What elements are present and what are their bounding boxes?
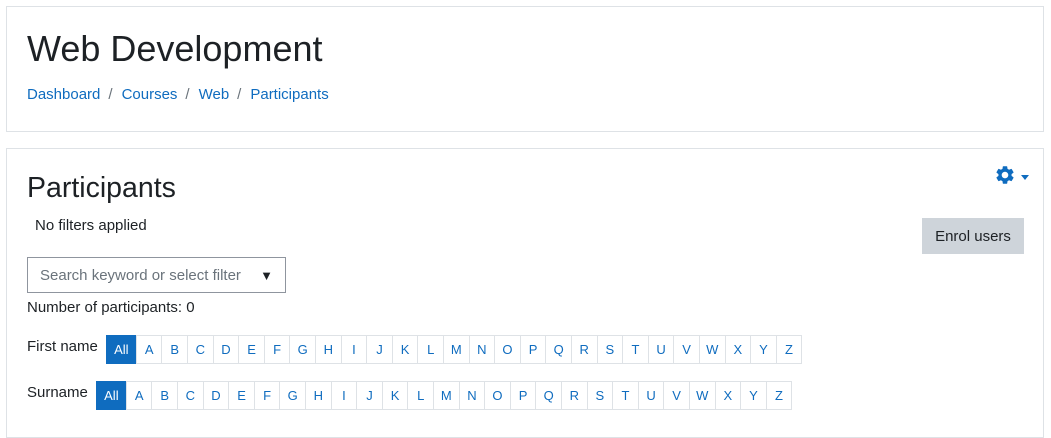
firstname-initial-r[interactable]: R: [570, 335, 598, 364]
surname-initials: All A B C D E F G H I J K L M N O P Q R S T U V W X Y Z: [95, 381, 793, 410]
firstname-initial-all[interactable]: All: [105, 335, 137, 364]
participant-count: Number of participants: 0: [27, 299, 195, 316]
page-title: Web Development: [27, 28, 323, 69]
surname-initial-o[interactable]: O: [484, 381, 511, 410]
surname-initial-s[interactable]: S: [586, 381, 614, 410]
surname-initial-b[interactable]: B: [151, 381, 179, 410]
settings-menu-button[interactable]: [994, 164, 1029, 191]
surname-initial-p[interactable]: P: [509, 381, 537, 410]
page-header: Web Development Dashboard / Courses / We…: [6, 6, 1044, 132]
firstname-initial-b[interactable]: B: [161, 335, 189, 364]
firstname-initial-u[interactable]: U: [647, 335, 675, 364]
breadcrumb-separator: /: [185, 86, 190, 103]
surname-initial-m[interactable]: M: [433, 381, 460, 410]
firstname-initial-c[interactable]: C: [187, 335, 214, 364]
firstname-label: First name: [27, 338, 98, 355]
firstname-initial-w[interactable]: W: [698, 335, 726, 364]
firstname-initials-bar: First name All A B C D E F G H I J K L M N O P Q R S T U V W X Y Z: [27, 335, 803, 364]
surname-initial-all[interactable]: All: [95, 381, 127, 410]
firstname-initial-s[interactable]: S: [596, 335, 624, 364]
firstname-initial-i[interactable]: I: [340, 335, 368, 364]
firstname-initial-h[interactable]: H: [315, 335, 342, 364]
chevron-down-icon: [1021, 175, 1029, 180]
surname-initial-l[interactable]: L: [407, 381, 434, 410]
firstname-initial-g[interactable]: G: [289, 335, 317, 364]
enrol-users-button[interactable]: Enrol users: [922, 218, 1024, 254]
surname-initial-h[interactable]: H: [305, 381, 332, 410]
breadcrumb-dashboard[interactable]: Dashboard: [27, 86, 100, 103]
firstname-initial-d[interactable]: D: [212, 335, 240, 364]
filter-search-input[interactable]: Search keyword or select filter ▼: [27, 257, 286, 293]
firstname-initial-f[interactable]: F: [263, 335, 291, 364]
breadcrumb-separator: /: [108, 86, 113, 103]
firstname-initial-a[interactable]: A: [135, 335, 163, 364]
surname-initial-c[interactable]: C: [177, 381, 204, 410]
surname-initial-n[interactable]: N: [458, 381, 486, 410]
dropdown-arrow-icon: ▼: [260, 267, 273, 283]
firstname-initial-m[interactable]: M: [442, 335, 470, 364]
filter-status: No filters applied: [35, 217, 147, 234]
surname-initial-t[interactable]: T: [612, 381, 639, 410]
firstname-initial-x[interactable]: X: [724, 335, 752, 364]
surname-initial-u[interactable]: U: [637, 381, 665, 410]
surname-initial-x[interactable]: X: [714, 381, 742, 410]
breadcrumb-participants[interactable]: Participants: [250, 86, 328, 103]
surname-initial-y[interactable]: Y: [740, 381, 767, 410]
firstname-initials: All A B C D E F G H I J K L M N O P Q R S T U V W X Y Z: [105, 335, 803, 364]
surname-initial-d[interactable]: D: [202, 381, 230, 410]
surname-initial-i[interactable]: I: [330, 381, 358, 410]
surname-initials-bar: Surname All A B C D E F G H I J K L M N O P Q R S T U V W X Y Z: [27, 381, 793, 410]
firstname-initial-l[interactable]: L: [417, 335, 444, 364]
surname-initial-r[interactable]: R: [560, 381, 588, 410]
surname-initial-f[interactable]: F: [253, 381, 281, 410]
firstname-initial-o[interactable]: O: [494, 335, 521, 364]
firstname-initial-p[interactable]: P: [519, 335, 547, 364]
breadcrumb-web[interactable]: Web: [199, 86, 230, 103]
firstname-initial-y[interactable]: Y: [750, 335, 777, 364]
surname-initial-k[interactable]: K: [381, 381, 409, 410]
surname-initial-w[interactable]: W: [688, 381, 716, 410]
firstname-initial-j[interactable]: J: [366, 335, 393, 364]
firstname-initial-z[interactable]: Z: [775, 335, 803, 364]
firstname-initial-v[interactable]: V: [673, 335, 700, 364]
participants-panel: Participants No filters applied Enrol us…: [6, 148, 1044, 438]
firstname-initial-k[interactable]: K: [391, 335, 419, 364]
breadcrumb-courses[interactable]: Courses: [122, 86, 178, 103]
surname-initial-v[interactable]: V: [663, 381, 690, 410]
surname-initial-g[interactable]: G: [279, 381, 307, 410]
surname-initial-a[interactable]: A: [125, 381, 153, 410]
gear-icon: [994, 164, 1016, 191]
surname-initial-e[interactable]: E: [228, 381, 255, 410]
surname-initial-j[interactable]: J: [356, 381, 383, 410]
surname-label: Surname: [27, 384, 88, 401]
firstname-initial-n[interactable]: N: [468, 335, 496, 364]
surname-initial-q[interactable]: Q: [535, 381, 562, 410]
firstname-initial-e[interactable]: E: [238, 335, 265, 364]
firstname-initial-q[interactable]: Q: [545, 335, 572, 364]
breadcrumb: Dashboard / Courses / Web / Participants: [27, 86, 329, 103]
search-placeholder: Search keyword or select filter: [40, 266, 241, 284]
surname-initial-z[interactable]: Z: [765, 381, 793, 410]
section-title: Participants: [27, 172, 176, 204]
breadcrumb-separator: /: [237, 86, 242, 103]
firstname-initial-t[interactable]: T: [622, 335, 649, 364]
